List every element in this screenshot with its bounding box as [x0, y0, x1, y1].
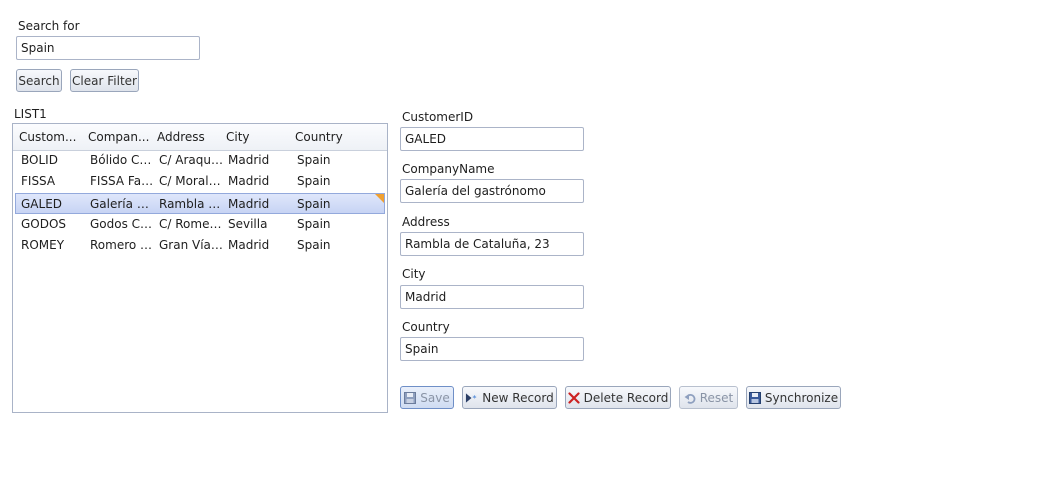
cell-city: Madrid [228, 238, 270, 252]
city-field[interactable] [400, 285, 584, 309]
search-button[interactable]: Search [16, 69, 62, 92]
list-title: LIST1 [14, 107, 47, 121]
cell-city: Madrid [228, 174, 270, 188]
list-row-selected[interactable]: GALED Galería del... Rambla de... Madrid… [15, 193, 385, 214]
cell-address: Rambla de... [159, 197, 224, 211]
list-row[interactable]: GODOS Godos Coc... C/ Romero... Sevilla … [15, 214, 385, 235]
search-label: Search for [18, 19, 80, 33]
cell-city: Madrid [228, 153, 270, 167]
list-header: Custom... Compan... Address City Country [13, 124, 387, 151]
cell-address: C/ Moralza... [159, 174, 224, 188]
column-header-customerid[interactable]: Custom... [13, 124, 82, 150]
cell-country: Spain [297, 238, 331, 252]
column-header-companyname[interactable]: Compan... [82, 124, 151, 150]
cell-customerid: ROMEY [21, 238, 65, 252]
customer-list[interactable]: Custom... Compan... Address City Country… [12, 123, 388, 413]
column-header-address[interactable]: Address [151, 124, 220, 150]
list-row[interactable]: BOLID Bólido Co... C/ Araquil,... Madrid… [15, 150, 385, 171]
list-row[interactable]: ROMEY Romero y t... Gran Vía, 1 Madrid S… [15, 235, 385, 256]
row-changed-marker [375, 194, 384, 203]
country-label: Country [402, 320, 450, 334]
new-record-icon: * [465, 391, 478, 404]
cell-customerid: GODOS [21, 217, 67, 231]
cell-country: Spain [297, 217, 331, 231]
save-label: Save [420, 390, 450, 405]
undo-icon [684, 391, 696, 404]
cell-city: Sevilla [228, 217, 268, 231]
cell-address: C/ Romero... [159, 217, 224, 231]
column-header-country[interactable]: Country [289, 124, 369, 150]
city-label: City [402, 267, 426, 281]
search-input[interactable] [16, 36, 200, 60]
cell-companyname: Bólido Co... [90, 153, 155, 167]
country-field[interactable] [400, 337, 584, 361]
svg-text:*: * [473, 392, 477, 402]
sync-floppy-icon [748, 391, 761, 404]
synchronize-button[interactable]: Synchronize [746, 386, 841, 409]
companyname-label: CompanyName [402, 162, 495, 176]
cell-companyname: FISSA Fabri... [90, 174, 155, 188]
save-button[interactable]: Save [400, 386, 454, 409]
delete-record-label: Delete Record [583, 390, 669, 405]
address-field[interactable] [400, 232, 584, 256]
cell-address: C/ Araquil,... [159, 153, 224, 167]
clear-filter-button[interactable]: Clear Filter [70, 69, 139, 92]
cell-companyname: Godos Coc... [90, 217, 155, 231]
companyname-field[interactable] [400, 179, 584, 203]
synchronize-label: Synchronize [764, 390, 839, 405]
address-label: Address [402, 215, 450, 229]
floppy-icon [404, 391, 417, 404]
cell-companyname: Romero y t... [90, 238, 155, 252]
new-record-button[interactable]: * New Record [462, 386, 557, 409]
customerid-field[interactable] [400, 127, 584, 151]
customerid-label: CustomerID [402, 110, 474, 124]
cell-customerid: BOLID [21, 153, 58, 167]
delete-x-icon [568, 391, 580, 404]
cell-country: Spain [297, 174, 331, 188]
reset-button[interactable]: Reset [679, 386, 738, 409]
cell-country: Spain [297, 153, 331, 167]
column-header-city[interactable]: City [220, 124, 289, 150]
cell-country: Spain [297, 197, 331, 211]
new-record-label: New Record [482, 390, 554, 405]
cell-customerid: FISSA [21, 174, 56, 188]
cell-city: Madrid [228, 197, 270, 211]
cell-companyname: Galería del... [90, 197, 155, 211]
list-row[interactable]: FISSA FISSA Fabri... C/ Moralza... Madri… [15, 171, 385, 192]
cell-customerid: GALED [21, 197, 63, 211]
delete-record-button[interactable]: Delete Record [565, 386, 671, 409]
cell-address: Gran Vía, 1 [159, 238, 224, 252]
reset-label: Reset [699, 390, 734, 405]
